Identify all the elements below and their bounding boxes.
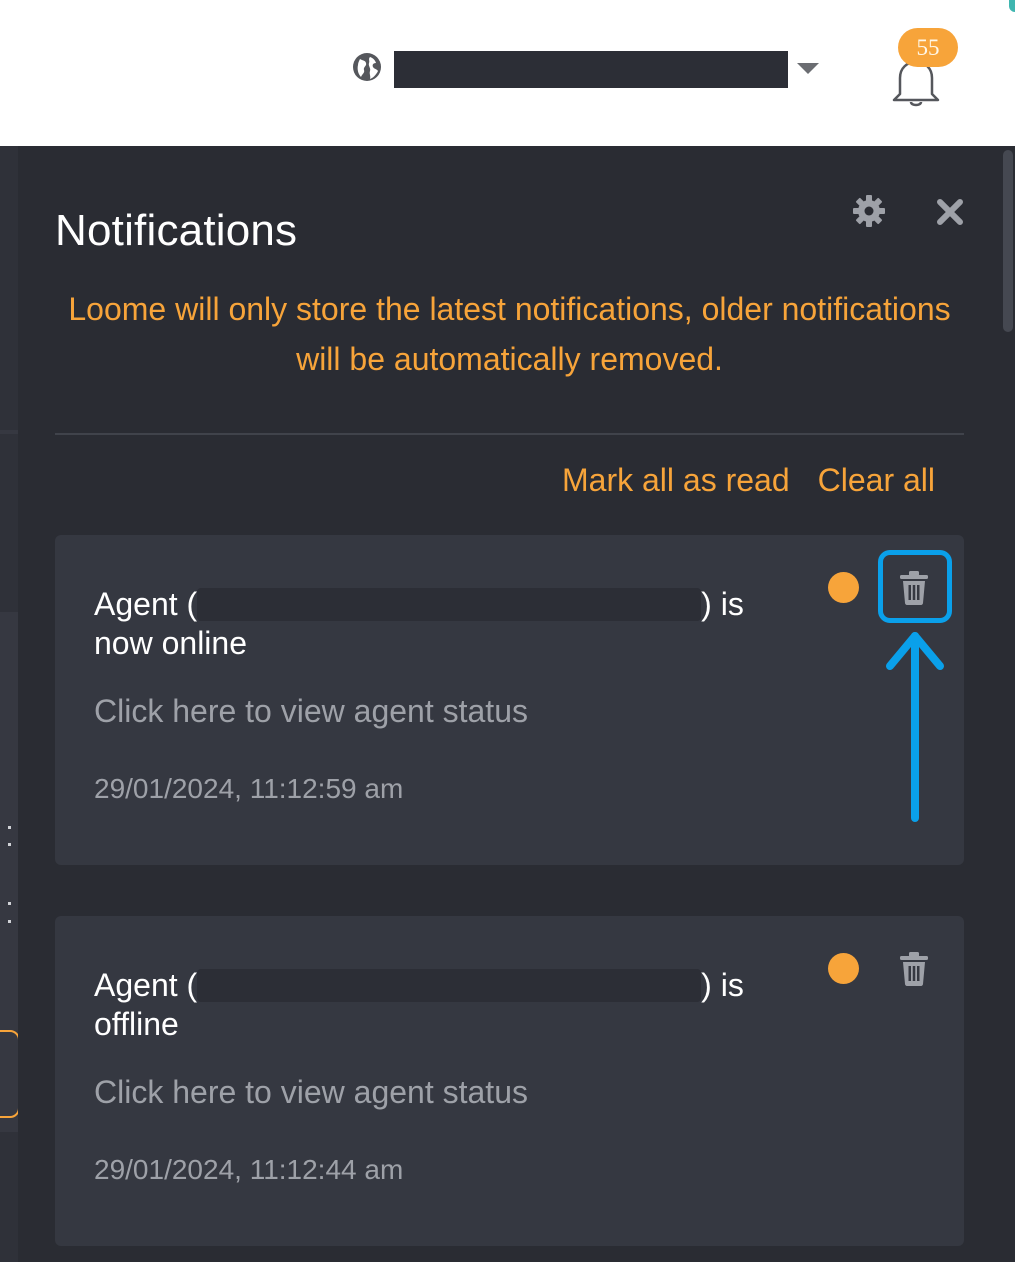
tenant-selector[interactable] <box>394 51 788 88</box>
arrow-up-icon <box>886 632 944 822</box>
view-agent-status-link[interactable]: Click here to view agent status <box>94 1074 528 1111</box>
chevron-down-icon[interactable] <box>797 63 819 74</box>
notification-card[interactable]: Agent () is now online Click here to vie… <box>55 535 964 865</box>
notification-count-badge: 55 <box>898 28 958 67</box>
clear-all-link[interactable]: Clear all <box>818 462 935 499</box>
delete-highlight-box <box>878 550 952 623</box>
corner-accent <box>1009 0 1015 12</box>
notification-title-prefix: Agent ( <box>94 967 198 1003</box>
gear-icon[interactable] <box>851 193 887 229</box>
view-agent-status-link[interactable]: Click here to view agent status <box>94 693 528 730</box>
notification-timestamp: 29/01/2024, 11:12:44 am <box>94 1154 404 1185</box>
background-highlighted-control <box>0 1030 20 1118</box>
close-icon[interactable] <box>934 196 966 228</box>
trash-icon[interactable] <box>898 952 930 986</box>
notification-timestamp: 29/01/2024, 11:12:59 am <box>94 773 404 804</box>
unread-dot-icon[interactable] <box>828 572 859 603</box>
unread-dot-icon[interactable] <box>828 953 859 984</box>
notification-title: Agent () is now online <box>94 585 774 663</box>
scrollbar-thumb[interactable] <box>1003 150 1013 332</box>
top-header-bar: 55 <box>0 0 1015 146</box>
mark-all-read-link[interactable]: Mark all as read <box>562 462 790 499</box>
notification-card[interactable]: Agent () is offline Click here to view a… <box>55 916 964 1246</box>
redacted-agent-name <box>197 588 702 621</box>
globe-icon[interactable] <box>352 52 382 82</box>
notification-actions: Mark all as read Clear all <box>562 462 935 499</box>
retention-notice: Loome will only store the latest notific… <box>68 291 951 377</box>
panel-title: Notifications <box>55 206 298 255</box>
redacted-agent-name <box>197 969 702 1002</box>
notification-title: Agent () is offline <box>94 966 774 1044</box>
notification-title-prefix: Agent ( <box>94 586 198 622</box>
divider <box>55 433 964 435</box>
